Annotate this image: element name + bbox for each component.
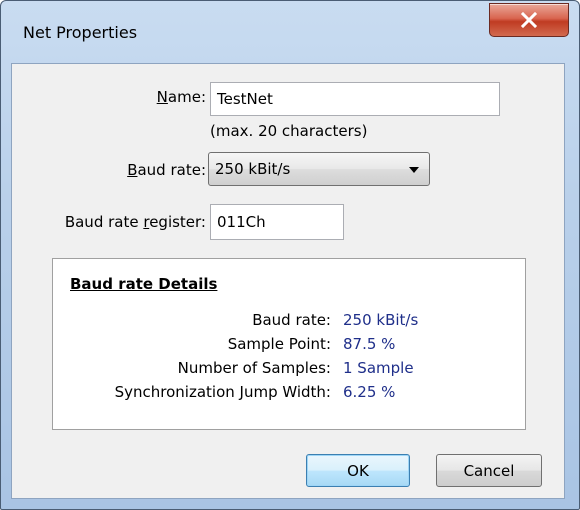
detail-row-sjw: Synchronization Jump Width: 6.25 %: [53, 383, 527, 405]
baud-rate-select-value: 250 kBit/s: [215, 160, 291, 178]
detail-label: Baud rate:: [252, 311, 331, 329]
detail-value: 6.25 %: [343, 383, 396, 401]
net-properties-dialog: Net Properties Name: TestNet (max. 20 ch…: [0, 0, 580, 510]
detail-row-number-of-samples: Number of Samples: 1 Sample: [53, 359, 527, 381]
title-bar[interactable]: Net Properties: [1, 1, 579, 65]
detail-row-baud-rate: Baud rate: 250 kBit/s: [53, 311, 527, 333]
close-x-icon: [520, 12, 538, 28]
name-input[interactable]: TestNet: [210, 82, 500, 116]
baud-rate-label: Baud rate:: [127, 161, 206, 179]
detail-value: 87.5 %: [343, 335, 396, 353]
baud-rate-select[interactable]: 250 kBit/s: [208, 152, 430, 186]
chevron-down-icon: [409, 167, 419, 173]
ok-button[interactable]: OK: [306, 454, 410, 487]
cancel-button[interactable]: Cancel: [436, 454, 542, 487]
detail-value: 250 kBit/s: [343, 311, 419, 329]
detail-label: Number of Samples:: [177, 359, 331, 377]
detail-label: Synchronization Jump Width:: [114, 383, 331, 401]
baud-rate-details-group: Baud rate Details Baud rate: 250 kBit/s …: [52, 258, 526, 430]
name-label: Name:: [156, 88, 206, 106]
details-title: Baud rate Details: [70, 275, 218, 293]
name-input-value: TestNet: [217, 90, 273, 108]
detail-row-sample-point: Sample Point: 87.5 %: [53, 335, 527, 357]
close-button[interactable]: [489, 3, 569, 37]
detail-label: Sample Point:: [227, 335, 331, 353]
name-hint: (max. 20 characters): [210, 122, 368, 140]
window-title: Net Properties: [23, 23, 138, 42]
baud-rate-register-label: Baud rate register:: [64, 213, 206, 231]
dialog-client-area: Name: TestNet (max. 20 characters) Baud …: [11, 63, 565, 499]
baud-rate-register-value: 011Ch: [217, 213, 266, 231]
detail-value: 1 Sample: [343, 359, 414, 377]
baud-rate-register-input[interactable]: 011Ch: [210, 204, 344, 240]
